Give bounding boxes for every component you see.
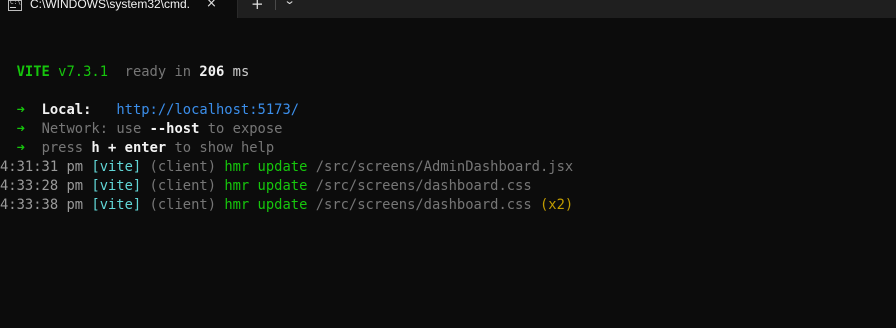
network-label: Network: (41, 121, 109, 137)
log-line: 4:33:28 pm [vite] (client) hmr update /s… (0, 177, 532, 196)
tab-cmd[interactable]: C:\WINDOWS\system32\cmd. × (0, 0, 238, 18)
log-time: 4:33:38 pm (0, 197, 84, 213)
close-icon[interactable]: × (206, 0, 217, 11)
network-use: use (116, 121, 142, 137)
network-flag: --host (149, 121, 200, 137)
ready-text: ready in (124, 64, 192, 80)
log-time: 4:31:31 pm (0, 159, 84, 175)
log-path: /src/screens/dashboard.css (315, 197, 532, 213)
ready-time-unit: ms (232, 64, 250, 80)
log-action: hmr update (224, 159, 308, 175)
log-source: (client) (149, 159, 216, 175)
log-time: 4:33:28 pm (0, 178, 84, 194)
help-rest: to show help (174, 140, 275, 156)
help-line: ➜ press h + enter to show help (0, 139, 275, 158)
vite-version: v7.3.1 (58, 64, 109, 80)
log-action: hmr update (224, 197, 308, 213)
chevron-down-icon[interactable]: ⌄ (284, 0, 296, 7)
arrow-icon: ➜ (16, 140, 25, 156)
log-tag: [vite] (91, 197, 142, 213)
tab-divider (275, 0, 276, 10)
plus-icon[interactable]: + (251, 0, 264, 13)
help-key: h + enter (91, 140, 167, 156)
local-line: ➜ Local: http://localhost:5173/ (0, 101, 299, 120)
network-rest: to expose (207, 121, 283, 137)
log-line: 4:31:31 pm [vite] (client) hmr update /s… (0, 158, 573, 177)
log-count-badge: (x2) (539, 197, 574, 213)
log-line: 4:33:38 pm [vite] (client) hmr update /s… (0, 196, 573, 215)
local-label: Local: (41, 102, 92, 118)
log-path: /src/screens/AdminDashboard.jsx (315, 159, 574, 175)
tab-bar: C:\WINDOWS\system32\cmd. × + ⌄ (0, 0, 896, 18)
log-path: /src/screens/dashboard.css (315, 178, 532, 194)
arrow-icon: ➜ (16, 102, 25, 118)
network-line: ➜ Network: use --host to expose (0, 120, 283, 139)
log-source: (client) (149, 178, 216, 194)
cmd-icon (8, 0, 22, 11)
tab-title: C:\WINDOWS\system32\cmd. (30, 0, 191, 11)
log-tag: [vite] (91, 178, 142, 194)
ready-time-value: 206 (199, 64, 225, 80)
log-tag: [vite] (91, 159, 142, 175)
arrow-icon: ➜ (16, 121, 25, 137)
vite-name: VITE (16, 64, 50, 80)
local-url-link[interactable]: http://localhost:5173/ (116, 102, 299, 118)
log-source: (client) (149, 197, 216, 213)
log-action: hmr update (224, 178, 308, 194)
terminal-output[interactable]: VITE v7.3.1 ready in 206 ms ➜ Local: htt… (0, 18, 896, 328)
vite-banner: VITE v7.3.1 ready in 206 ms (0, 63, 250, 82)
help-press: press (41, 140, 84, 156)
